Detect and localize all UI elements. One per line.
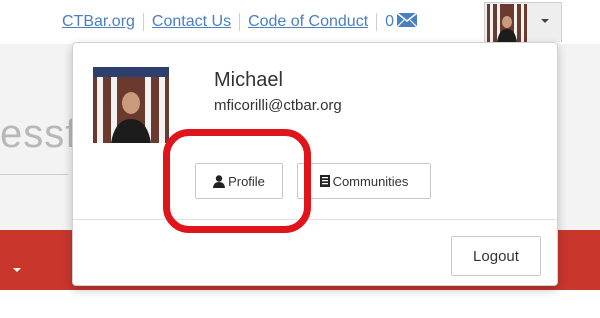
divider <box>376 13 378 31</box>
page-body <box>0 290 600 318</box>
message-count[interactable]: 0 <box>385 13 394 31</box>
top-links: CTBar.org Contact Us Code of Conduct 0 <box>62 10 418 34</box>
user-icon <box>213 174 226 188</box>
link-code-of-conduct[interactable]: Code of Conduct <box>248 13 368 31</box>
link-contact-us[interactable]: Contact Us <box>152 13 231 31</box>
link-ctbar[interactable]: CTBar.org <box>62 13 135 31</box>
chevron-down-icon[interactable] <box>13 268 21 272</box>
communities-button-label: Communities <box>332 173 409 189</box>
list-icon <box>319 175 330 187</box>
avatar <box>487 4 527 42</box>
chevron-down-icon <box>541 19 549 23</box>
communities-button[interactable]: Communities <box>297 163 431 199</box>
user-name: Michael <box>214 69 283 91</box>
divider <box>239 13 241 31</box>
divider <box>0 174 68 175</box>
top-navigation: CTBar.org Contact Us Code of Conduct 0 <box>0 0 600 44</box>
divider <box>73 219 557 220</box>
profile-photo <box>93 67 169 143</box>
divider <box>142 13 144 31</box>
envelope-icon[interactable] <box>396 11 418 32</box>
user-dropdown: Michael mficorilli@ctbar.org Profile Com… <box>72 42 558 286</box>
user-menu-toggle[interactable] <box>484 2 562 42</box>
profile-button-label: Profile <box>228 173 265 189</box>
page-heading-fragment: essf <box>0 112 78 156</box>
logout-button[interactable]: Logout <box>451 236 541 276</box>
profile-button[interactable]: Profile <box>195 163 283 199</box>
user-email: mficorilli@ctbar.org <box>214 97 342 114</box>
